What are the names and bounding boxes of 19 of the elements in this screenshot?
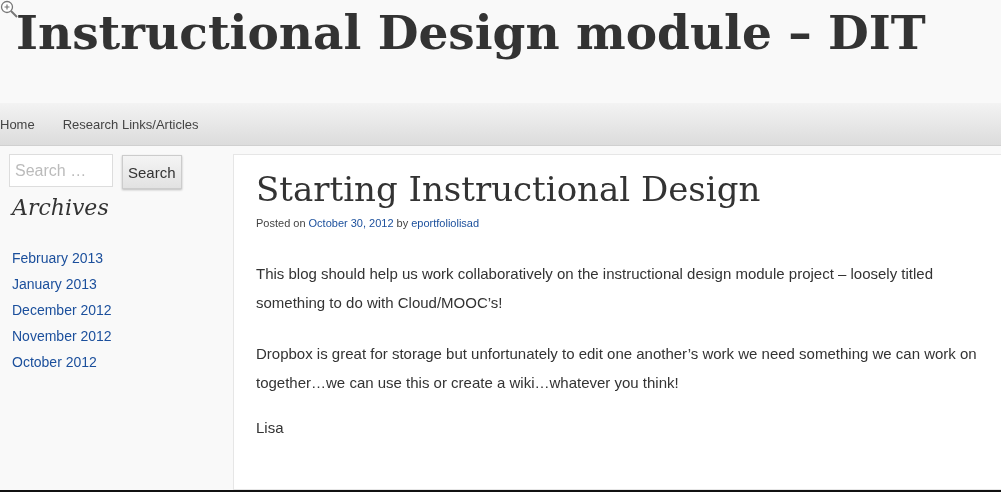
archives-heading: Archives (12, 195, 109, 220)
author-link[interactable]: eportfoliolisad (411, 217, 480, 229)
nav-link[interactable]: Research Links/Articles (62, 116, 199, 132)
meta-text: by (396, 217, 409, 229)
archive-link[interactable]: November 2012 (12, 328, 112, 344)
archive-link[interactable]: December 2012 (12, 302, 112, 318)
archive-link[interactable]: January 2013 (12, 276, 97, 292)
post-paragraph: This blog should help us work collaboratively on the instructional design module project – loosely titled something to do with Cloud/MOOC’s! (256, 264, 935, 313)
meta-text: Posted on (256, 217, 306, 229)
nav-link[interactable]: Home (0, 116, 35, 132)
post-title: Starting Instructional Design (256, 169, 761, 209)
archive-link[interactable]: October 2012 (12, 354, 97, 370)
post-paragraph: Dropbox is great for storage but unfortunately to edit one another’s work we need something we can work on together…we can use this or create a wiki…whatever you think! (256, 344, 978, 393)
date-link[interactable]: October 30, 2012 (308, 217, 394, 229)
site-title: Instructional Design module – DIT (16, 4, 926, 62)
signature: Lisa (256, 418, 284, 438)
archive-link[interactable]: February 2013 (12, 250, 104, 266)
search-field[interactable]: Search … (9, 154, 113, 187)
search-button[interactable]: Search (122, 155, 182, 189)
